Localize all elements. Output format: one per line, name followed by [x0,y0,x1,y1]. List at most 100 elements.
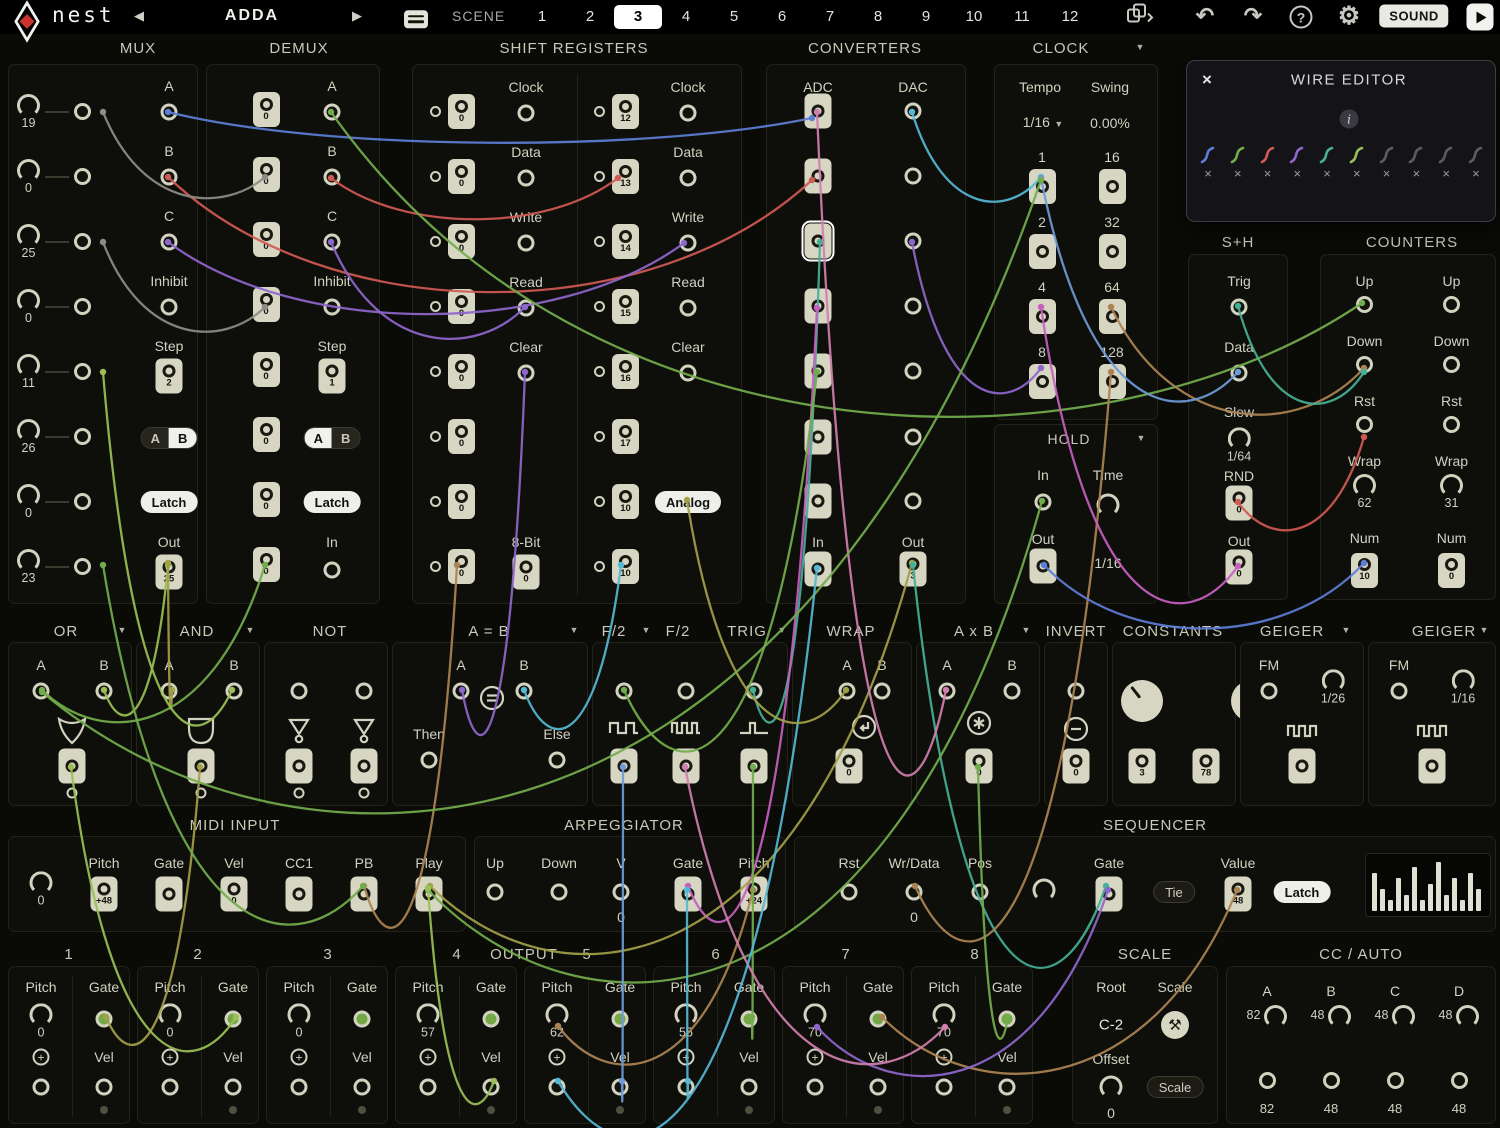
and-b-port[interactable] [226,683,243,700]
and-dropdown-icon[interactable]: ▼ [246,625,255,635]
mux-input-port[interactable] [74,363,91,380]
toggle-b[interactable]: B [169,428,196,448]
sr1-clock-port[interactable] [518,105,535,122]
undo-icon[interactable]: ↶ [1196,3,1214,29]
hold-dropdown-icon[interactable]: ▼ [1137,433,1146,443]
sr-bit-port[interactable]: 15 [612,289,639,324]
sr-bit-input-port[interactable] [430,236,441,247]
next-patch-icon[interactable]: ▶ [352,8,362,24]
scale-tools-icon[interactable]: ⚒ [1161,1011,1189,1039]
mux-ab-toggle[interactable]: AB [141,427,198,449]
sr-bit-input-port[interactable] [430,171,441,182]
scene-button[interactable]: 9 [902,5,950,29]
wrap-b-port[interactable] [874,683,891,700]
adc-bit-port[interactable] [805,354,832,389]
midi-vel-port[interactable]: 0 [221,877,248,912]
counter-num-port[interactable]: 0 [1438,553,1465,588]
dac-bit-port[interactable] [905,363,922,380]
scene-button[interactable]: 5 [710,5,758,29]
or-out-port[interactable] [59,749,86,784]
geiger1-fm-port[interactable] [1261,683,1278,700]
clock-division-port[interactable] [1099,234,1126,269]
tempo-dropdown-icon[interactable]: ▼ [1054,119,1063,129]
sr1-clear-port[interactable] [518,365,535,382]
close-icon[interactable]: × [1202,70,1212,90]
not2-out-port[interactable] [351,749,378,784]
mux-attenuator-knob[interactable]: 19 [17,94,40,130]
channel-pitch-knob[interactable]: 70 [933,1003,956,1039]
counter-down-port[interactable] [1356,356,1373,373]
sr1-write-port[interactable] [518,235,535,252]
sr2-analog-button[interactable]: Analog [655,491,721,513]
channel-gate-port[interactable] [870,1011,887,1028]
sr-bit-port[interactable]: 0 [448,289,475,324]
or-dropdown-icon[interactable]: ▼ [118,625,127,635]
channel-vel-port[interactable] [870,1079,887,1096]
scene-button[interactable]: 2 [566,5,614,29]
wrap-a-port[interactable] [839,683,856,700]
mux-step-port[interactable]: 2 [156,359,183,394]
invert-out-port[interactable]: 0 [1063,749,1090,784]
sr-bit-port[interactable]: 0 [448,419,475,454]
dac-bit-port[interactable] [905,429,922,446]
arp-pitch-port[interactable]: +24 [741,877,768,912]
demux-step-port[interactable]: 1 [319,359,346,394]
not1-aux-port[interactable] [294,788,305,799]
channel-pitch-knob[interactable]: 0 [30,1003,53,1039]
channel-vel-port[interactable] [999,1079,1016,1096]
mux-input-port[interactable] [74,558,91,575]
sr-bit-port[interactable]: 13 [612,159,639,194]
redo-icon[interactable]: ↷ [1244,3,1262,29]
or-aux-port[interactable] [67,788,78,799]
channel-cv-port[interactable] [936,1079,953,1096]
seq-latch-button[interactable]: Latch [1274,881,1331,903]
remove-wire-color-icon[interactable]: × [1472,167,1480,180]
hold-out-port[interactable] [1030,549,1057,584]
patch-name[interactable]: ADDA [225,7,279,25]
transpose-plus-port[interactable]: + [678,1049,695,1066]
mux-out-port[interactable]: 25 [156,555,183,590]
demux-b-port[interactable] [324,169,341,186]
axb-dropdown-icon[interactable]: ▼ [1022,625,1031,635]
sh-slew-knob[interactable]: 1/64 [1227,427,1251,463]
clock-division-port[interactable] [1029,299,1056,334]
constant2-port[interactable]: 78 [1193,749,1220,784]
geiger1-out-port[interactable] [1289,749,1316,784]
invert-in-port[interactable] [1068,683,1085,700]
scene-button[interactable]: 7 [806,5,854,29]
not2-aux-port[interactable] [359,788,370,799]
and-aux-port[interactable] [196,788,207,799]
wire-color-slot[interactable]: × [1259,145,1277,180]
trig-dropdown-icon[interactable]: ▼ [778,625,787,635]
remove-wire-color-icon[interactable]: × [1413,167,1421,180]
sr-bit-port[interactable]: 0 [448,159,475,194]
mux-attenuator-knob[interactable]: 25 [17,224,40,260]
wire-color-slot[interactable]: × [1407,145,1425,180]
mux-c-port[interactable] [161,234,178,251]
sound-button[interactable]: SOUND [1379,5,1448,28]
sr-bit-input-port[interactable] [430,496,441,507]
channel-gate-port[interactable] [999,1011,1016,1028]
sr2-clear-port[interactable] [680,365,697,382]
cc-knob[interactable]: 48 [1439,1005,1480,1028]
constant1-knob[interactable] [1121,680,1163,722]
channel-pitch-knob[interactable]: 0 [159,1003,182,1039]
channel-pitch-knob[interactable]: 62 [546,1003,569,1039]
counter-rst-port[interactable] [1356,416,1373,433]
cc-knob[interactable]: 48 [1311,1005,1352,1028]
demux-latch-button[interactable]: Latch [304,491,361,513]
wire-color-slot[interactable]: × [1437,145,1455,180]
channel-vel-port[interactable] [354,1079,371,1096]
aeqb-b-port[interactable] [516,683,533,700]
cc-knob[interactable]: 48 [1375,1005,1416,1028]
geiger1-rate-knob[interactable]: 1/26 [1321,669,1345,705]
sh-trig-port[interactable] [1231,299,1248,316]
demux-out-port[interactable]: 0 [253,547,280,582]
scene-button[interactable]: 12 [1046,5,1094,29]
seq-tie-button[interactable]: Tie [1153,881,1195,903]
channel-cv-port[interactable] [162,1079,179,1096]
hold-in-port[interactable] [1035,494,1052,511]
dac-bit-port[interactable] [905,103,922,120]
seq-rst-port[interactable] [841,884,858,901]
sr-bit-input-port[interactable] [430,561,441,572]
